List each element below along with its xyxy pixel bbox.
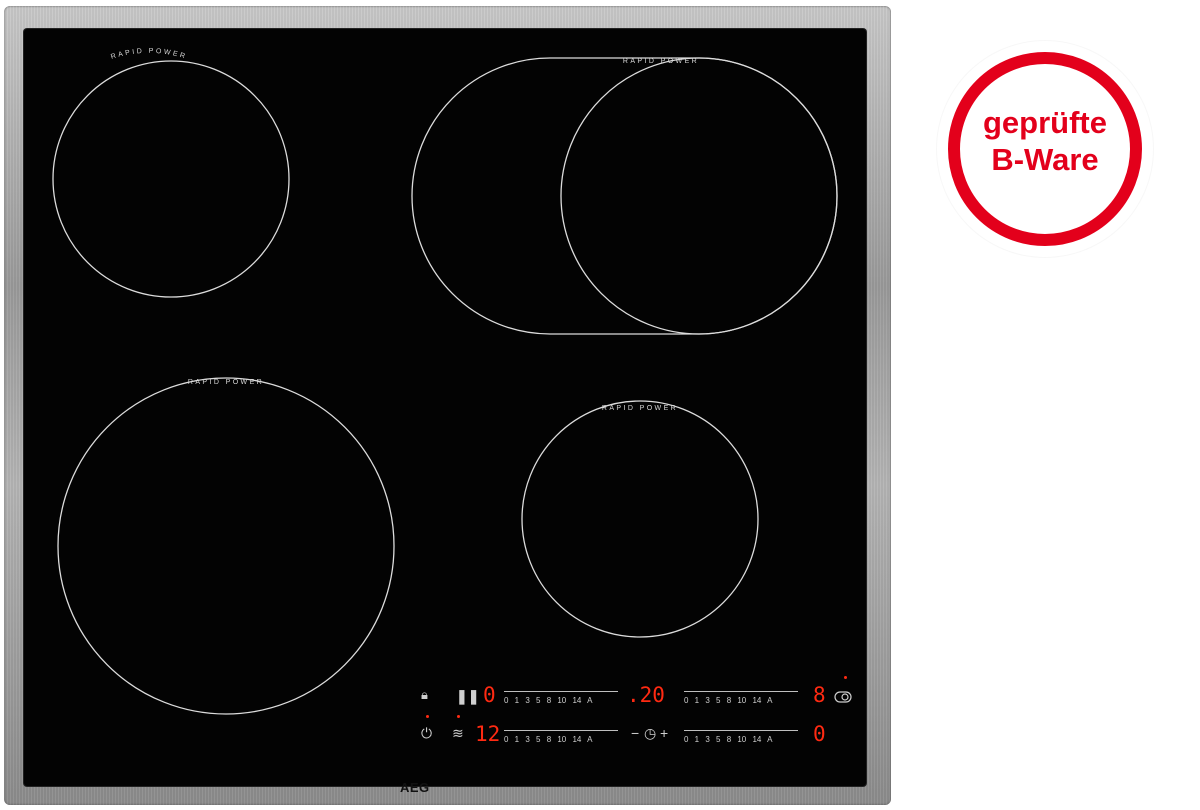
slider-front-right[interactable]: 0 1 3 5 8 10 14 A <box>684 730 798 748</box>
zone-bottom-right <box>521 400 759 638</box>
indicator-dot <box>457 715 460 718</box>
zone-top-right-inner <box>560 57 838 335</box>
zone-bottom-left-label: RAPID POWER <box>188 379 264 386</box>
timer-plus-button[interactable]: + <box>660 726 668 740</box>
zone-top-right-label: RAPID POWER <box>623 58 699 65</box>
zone-top-left <box>52 60 290 298</box>
zone-top-left-label: RAPID POWER <box>110 48 188 61</box>
keep-warm-icon[interactable]: ≋ <box>452 726 464 740</box>
slider-front-left[interactable]: 0 1 3 5 8 10 14 A <box>504 691 618 709</box>
badge-text: geprüfte B-Ware <box>948 104 1142 178</box>
indicator-dot <box>844 676 847 679</box>
indicator-dot <box>426 715 429 718</box>
bridge-icon[interactable] <box>834 690 852 706</box>
zone-bottom-right-label: RAPID POWER <box>602 405 678 412</box>
zone-right-display: 8 <box>813 683 826 707</box>
badge-line-1: geprüfte <box>983 105 1107 140</box>
badge-line-2: B-Ware <box>991 142 1099 178</box>
lock-icon[interactable]: 🔒︎ <box>421 688 428 701</box>
slider-front-left-2[interactable]: 0 1 3 5 8 10 14 A <box>504 730 618 748</box>
zone-front-right-display: 0 <box>813 722 826 746</box>
zone-front-left-display: 12 <box>475 722 501 746</box>
timer-display: .20 <box>627 683 665 707</box>
slider-rear-right[interactable]: 0 1 3 5 8 10 14 A <box>684 691 798 709</box>
timer-minus-button[interactable]: − <box>631 726 639 740</box>
zone-top-right-oval <box>411 57 838 335</box>
cooking-zones: RAPID POWER RAPID POWER RAPID POWER RAPI… <box>52 48 838 715</box>
power-icon[interactable]: ⏻ <box>421 726 432 740</box>
timer-icon[interactable]: ◷ <box>644 726 656 740</box>
cooktop-glass: RAPID POWER RAPID POWER RAPID POWER RAPI… <box>24 29 866 786</box>
pause-icon[interactable]: ❚❚ <box>456 689 479 703</box>
brand-logo: AEG <box>400 780 430 795</box>
zone-bottom-left <box>57 377 395 715</box>
zone-left-display: 0 <box>483 683 496 707</box>
